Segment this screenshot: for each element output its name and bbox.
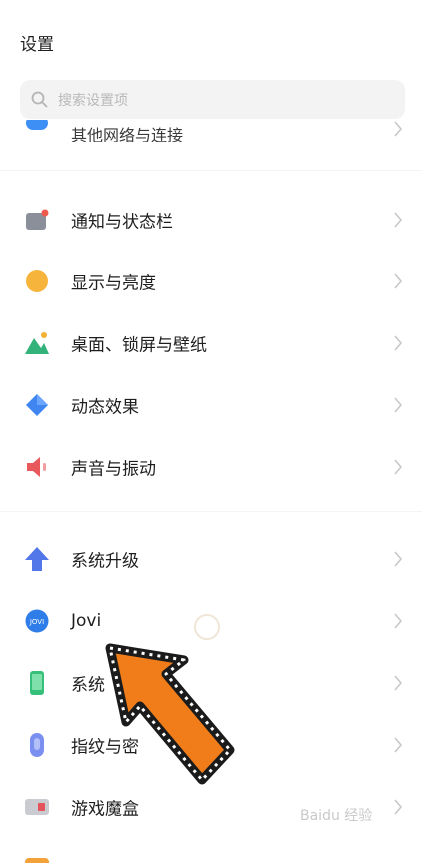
chevron-right-icon: [394, 799, 403, 815]
settings-item-label: 桌面、锁屏与壁纸: [71, 335, 207, 356]
settings-item-label: 显示与亮度: [71, 273, 156, 294]
settings-item-system-upgrade[interactable]: 系统升级: [0, 529, 422, 589]
search-placeholder: 搜索设置项: [58, 93, 128, 109]
settings-item-label: 游戏魔盒: [71, 799, 139, 820]
chevron-right-icon: [394, 273, 403, 289]
svg-text:JOVI: JOVI: [29, 618, 44, 626]
search-input[interactable]: 搜索设置项: [20, 80, 405, 119]
settings-item-other-network[interactable]: 其他网络与连接: [0, 120, 422, 142]
system-upgrade-icon: [25, 547, 49, 571]
chevron-right-icon: [394, 737, 403, 753]
sound-icon: [27, 457, 46, 477]
watermark: Baidu 经验: [300, 808, 373, 824]
chevron-right-icon: [394, 212, 403, 228]
loading-indicator: [194, 614, 220, 640]
page-title: 设置: [20, 35, 54, 55]
settings-item-partial[interactable]: [0, 850, 422, 863]
chevron-right-icon: [394, 459, 403, 475]
brightness-icon: [26, 270, 48, 292]
search-icon: [31, 91, 48, 108]
settings-item-label: 系统升级: [71, 551, 139, 572]
fingerprint-icon: [30, 733, 44, 757]
settings-item-wallpaper[interactable]: 桌面、锁屏与壁纸: [0, 313, 422, 373]
settings-item-display[interactable]: 显示与亮度: [0, 251, 422, 311]
notification-icon: [26, 209, 49, 230]
settings-item-sound[interactable]: 声音与振动: [0, 437, 422, 497]
motion-effect-icon: [26, 394, 48, 416]
system-icon: [30, 671, 44, 695]
section-divider: [0, 170, 422, 171]
settings-item-label: Jovi: [71, 611, 102, 631]
partial-item-icon: [25, 858, 49, 863]
chevron-right-icon: [394, 397, 403, 413]
game-box-icon: [25, 799, 49, 815]
chevron-right-icon: [394, 551, 403, 567]
network-icon: [26, 120, 48, 130]
settings-item-label: 声音与振动: [71, 459, 156, 480]
settings-item-label: 动态效果: [71, 397, 139, 418]
chevron-right-icon: [394, 121, 403, 137]
chevron-right-icon: [394, 335, 403, 351]
section-divider: [0, 511, 422, 512]
chevron-right-icon: [394, 613, 403, 629]
annotation-arrow-icon: [105, 643, 235, 785]
wallpaper-icon: [25, 332, 49, 354]
settings-item-notification[interactable]: 通知与状态栏: [0, 190, 422, 250]
jovi-icon: JOVI: [25, 609, 49, 633]
chevron-right-icon: [394, 675, 403, 691]
settings-item-motion[interactable]: 动态效果: [0, 375, 422, 435]
settings-item-label: 其他网络与连接: [71, 126, 184, 142]
settings-item-label: 通知与状态栏: [71, 212, 173, 233]
